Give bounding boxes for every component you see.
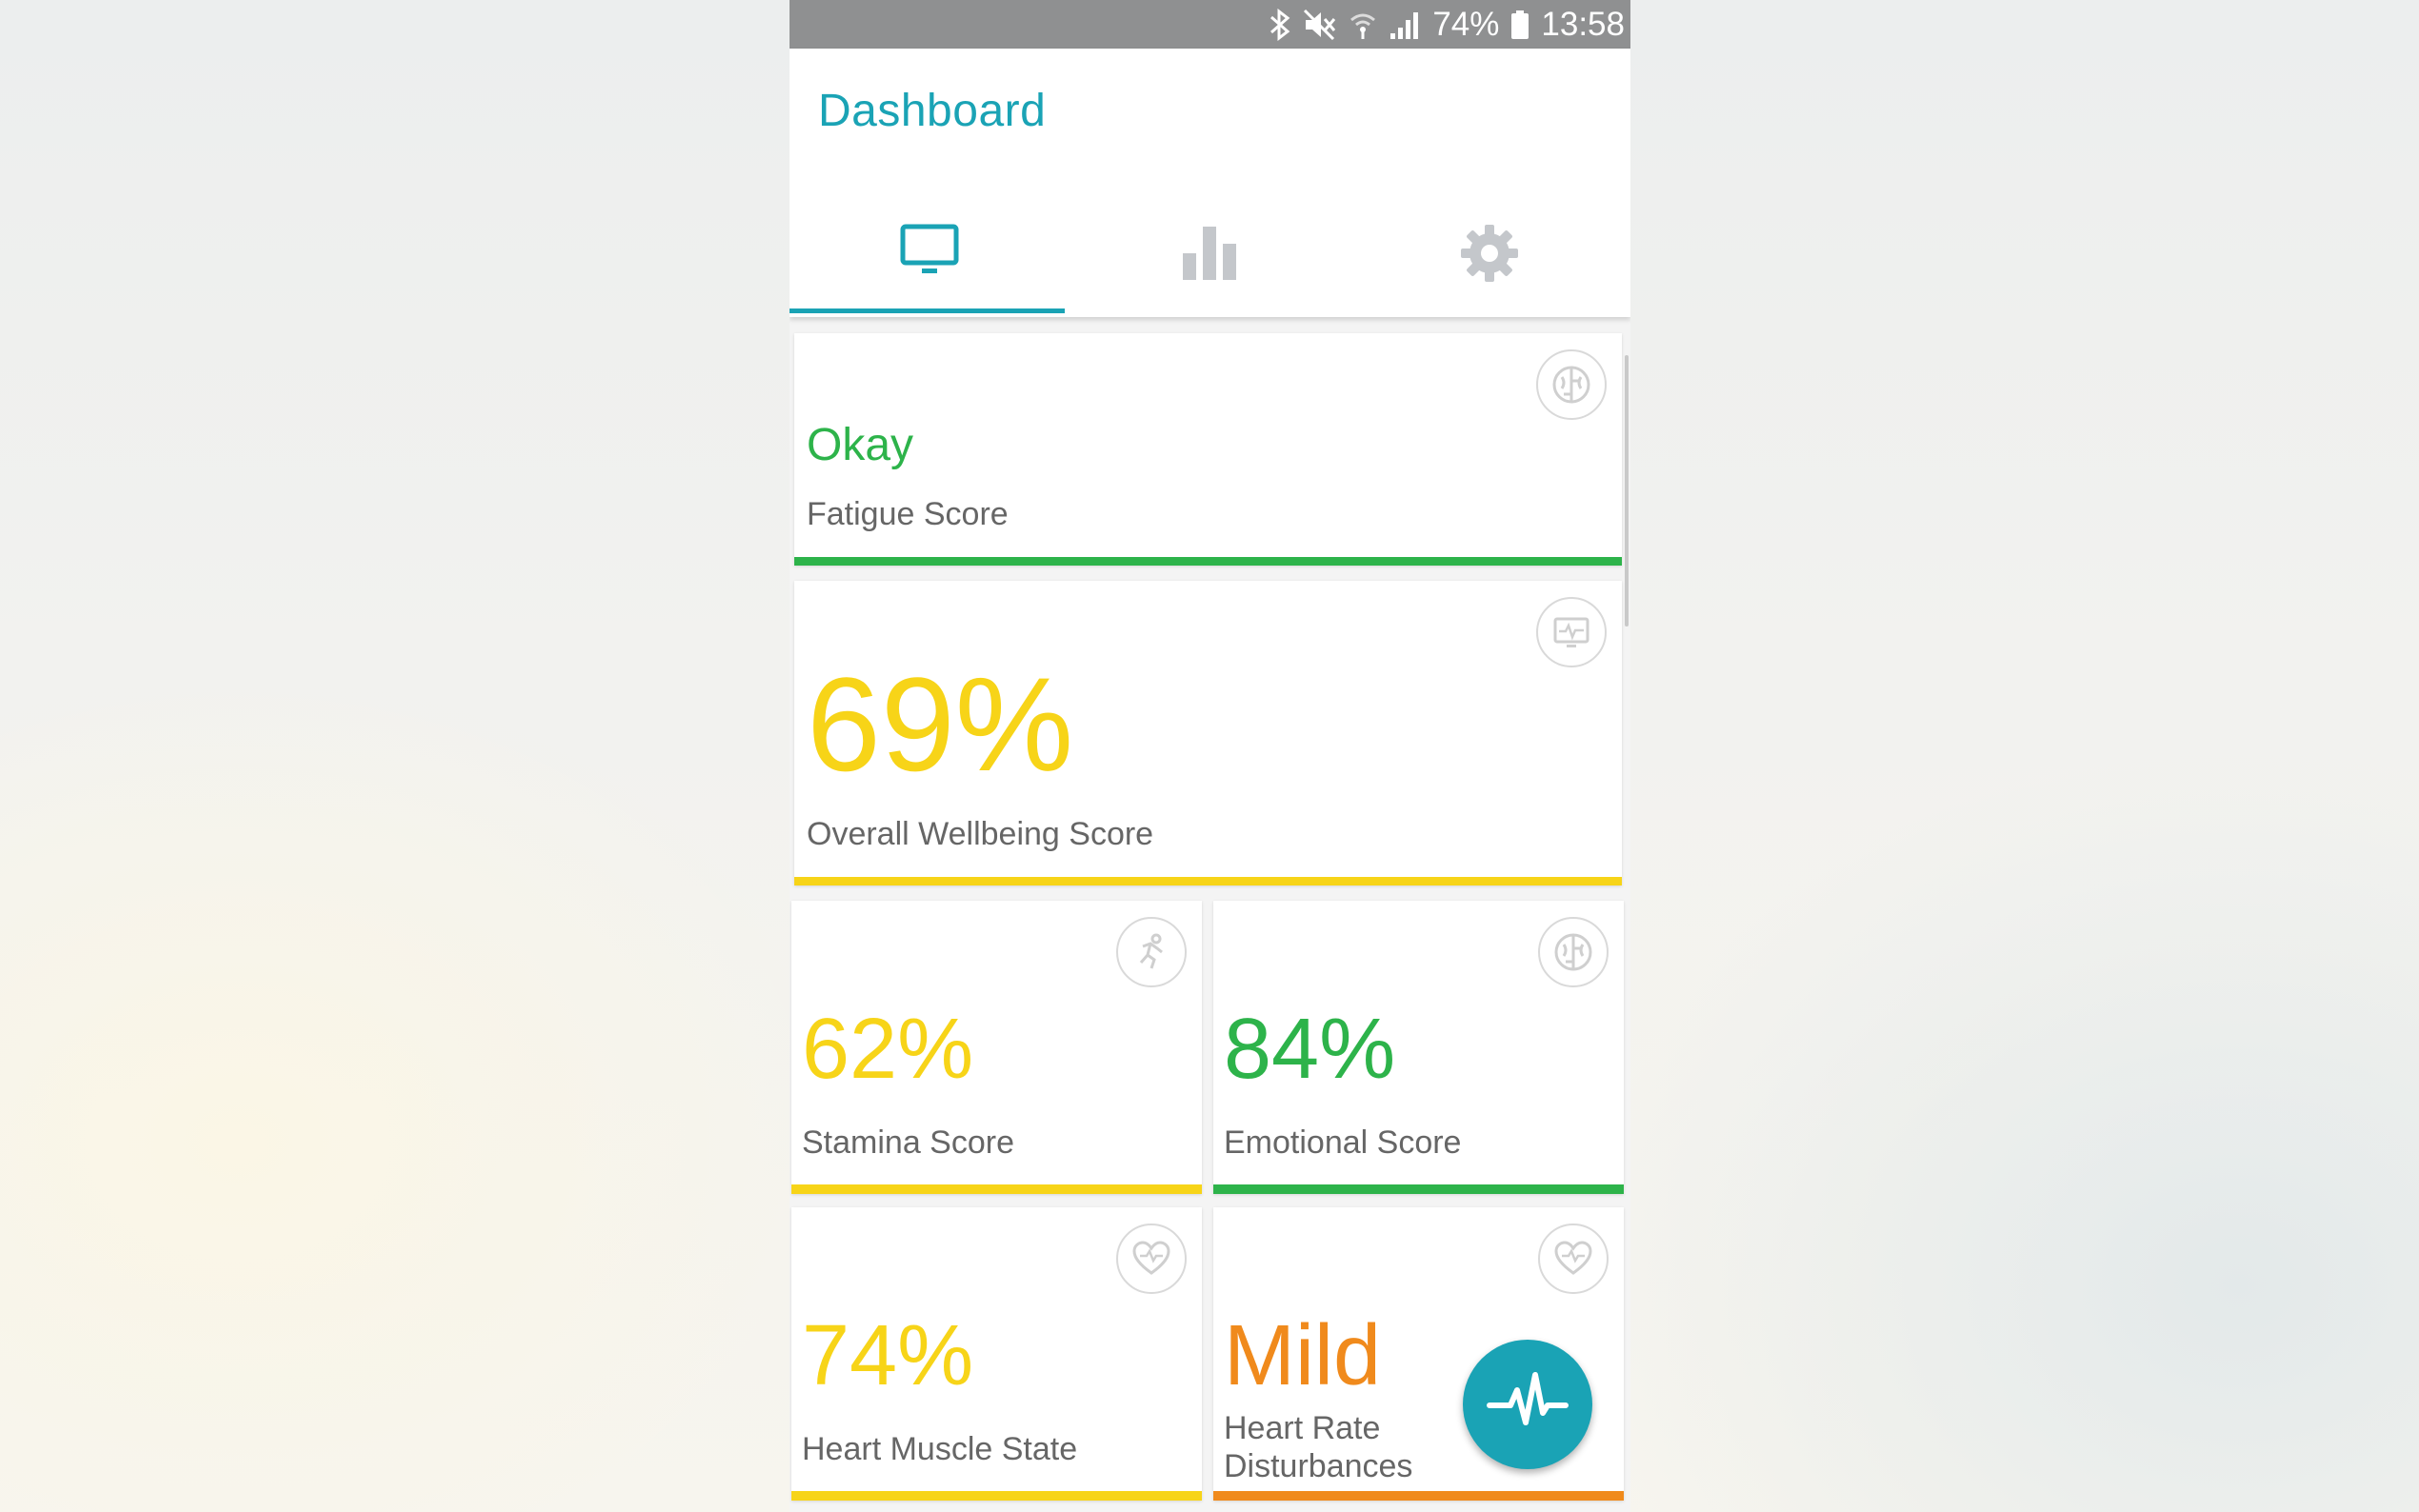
brain-icon xyxy=(1538,917,1609,987)
emotional-color-bar xyxy=(1213,1184,1624,1194)
heart-muscle-color-bar xyxy=(791,1491,1202,1501)
wellbeing-label: Overall Wellbeing Score xyxy=(807,816,1154,852)
heart-rate-label-line2: Disturbances xyxy=(1224,1448,1413,1484)
monitor-pulse-icon xyxy=(1536,597,1607,667)
fatigue-label: Fatigue Score xyxy=(807,496,1009,532)
gear-icon xyxy=(1459,196,1520,288)
wellbeing-color-bar xyxy=(794,877,1622,885)
wellbeing-score-card[interactable]: 69% Overall Wellbeing Score xyxy=(794,581,1622,885)
emotional-label: Emotional Score xyxy=(1224,1124,1462,1161)
measure-fab-button[interactable] xyxy=(1463,1340,1592,1469)
bluetooth-icon xyxy=(1269,8,1291,41)
wifi-icon xyxy=(1349,9,1377,41)
bar-chart-icon xyxy=(1179,196,1240,288)
active-tab-indicator xyxy=(790,308,1065,313)
emotional-value: 84% xyxy=(1224,1002,1396,1097)
status-bar: 74% 13:58 xyxy=(790,0,1630,49)
fatigue-score-card[interactable]: Okay Fatigue Score xyxy=(794,333,1622,566)
status-icons: 74% 13:58 xyxy=(1269,0,1625,49)
stamina-value: 62% xyxy=(802,1002,974,1097)
fatigue-color-bar xyxy=(794,557,1622,566)
scrollbar[interactable] xyxy=(1625,355,1629,627)
emotional-score-card[interactable]: 84% Emotional Score xyxy=(1213,901,1624,1194)
brain-icon xyxy=(1536,349,1607,420)
heart-muscle-card[interactable]: 74% Heart Muscle State xyxy=(791,1207,1202,1501)
mute-icon xyxy=(1303,9,1337,41)
stamina-score-card[interactable]: 62% Stamina Score xyxy=(791,901,1202,1194)
heart-rate-label-line1: Heart Rate xyxy=(1224,1410,1381,1446)
clock: 13:58 xyxy=(1541,5,1625,43)
stamina-label: Stamina Score xyxy=(802,1124,1014,1161)
tab-statistics[interactable] xyxy=(1070,196,1349,317)
stamina-color-bar xyxy=(791,1184,1202,1194)
heart-pulse-icon xyxy=(1538,1224,1609,1294)
phone-screen: 74% 13:58 Dashboard Okay Fatigue Score 6… xyxy=(790,0,1630,1512)
battery-percent: 74% xyxy=(1432,5,1500,43)
tab-dashboard[interactable] xyxy=(790,196,1070,317)
tab-settings[interactable] xyxy=(1349,196,1629,317)
monitor-icon xyxy=(899,196,960,281)
heart-rate-color-bar xyxy=(1213,1491,1624,1501)
battery-icon xyxy=(1510,9,1529,41)
signal-icon xyxy=(1389,9,1421,41)
fatigue-value: Okay xyxy=(807,420,914,470)
page-title: Dashboard xyxy=(818,86,1047,136)
pulse-icon xyxy=(1486,1369,1569,1441)
wellbeing-value: 69% xyxy=(807,649,1074,799)
heart-muscle-value: 74% xyxy=(802,1308,974,1403)
heart-icon xyxy=(1116,1224,1187,1294)
app-bar: Dashboard xyxy=(790,49,1630,317)
heart-muscle-label: Heart Muscle State xyxy=(802,1431,1078,1467)
runner-icon xyxy=(1116,917,1187,987)
heart-rate-value: Mild xyxy=(1224,1308,1382,1403)
